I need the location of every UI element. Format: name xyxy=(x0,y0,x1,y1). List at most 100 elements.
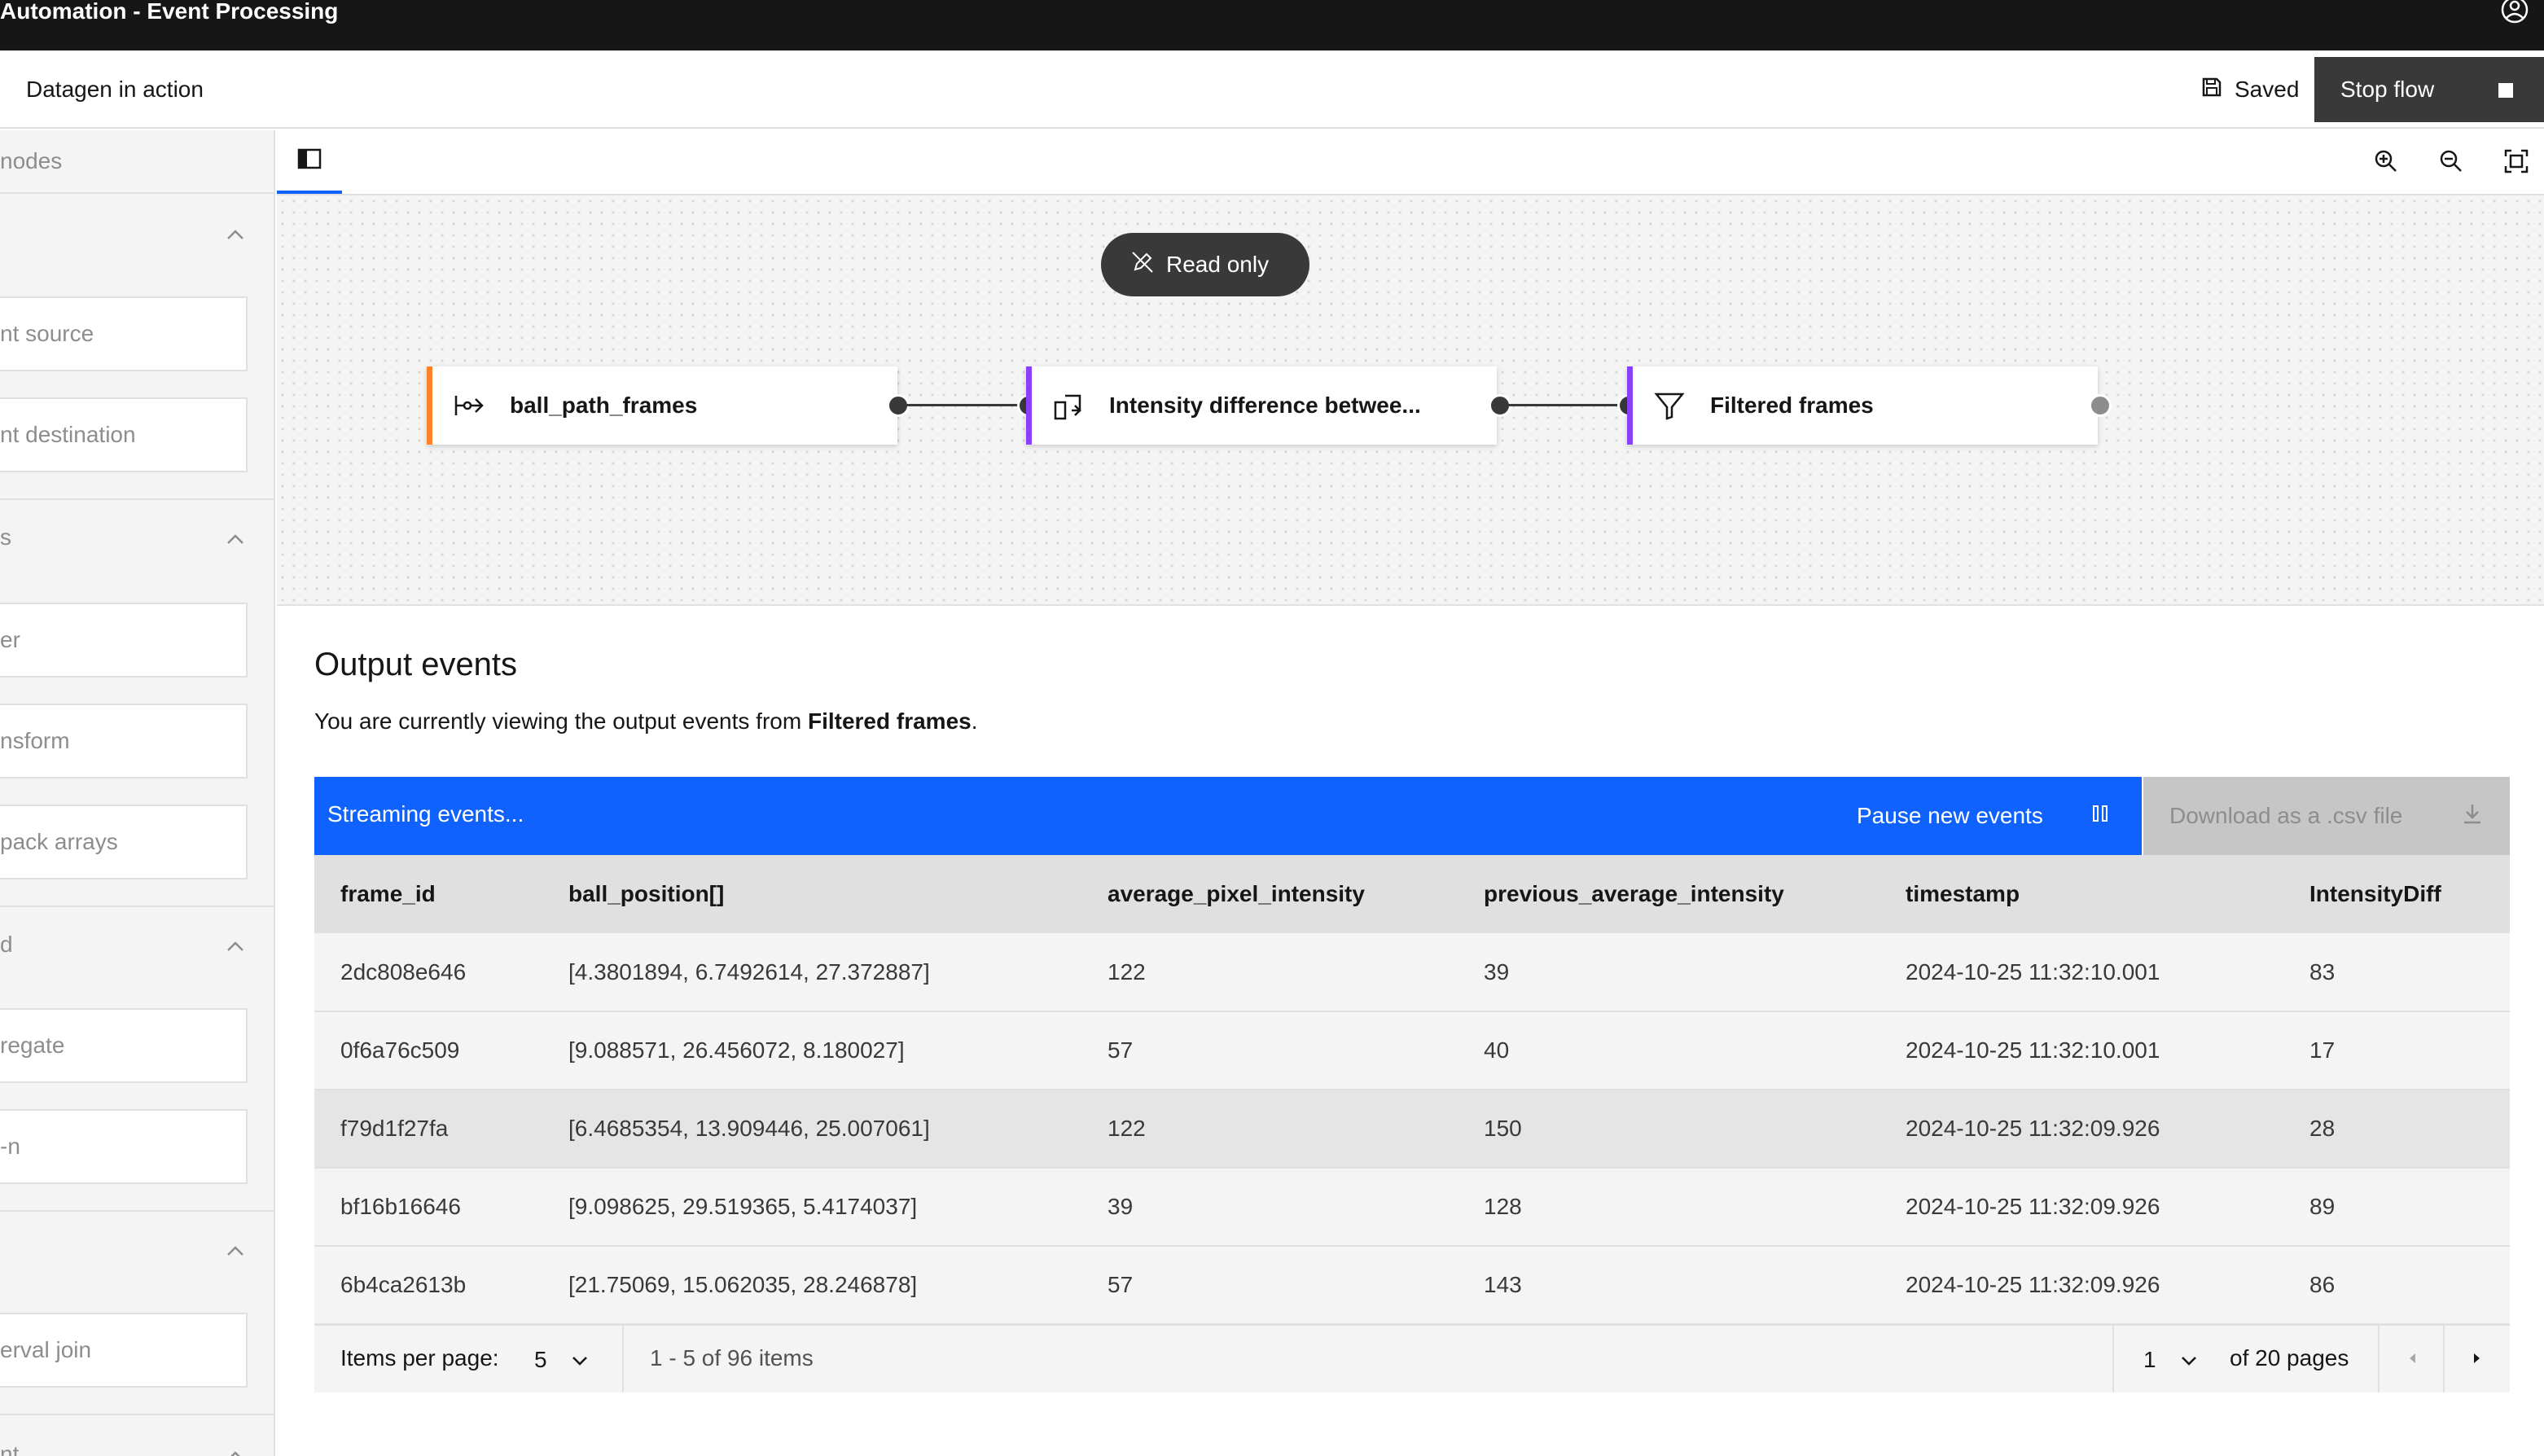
flow-node-transform[interactable]: Intensity difference betwee... xyxy=(1026,366,1497,445)
stop-flow-button[interactable]: Stop flow xyxy=(2314,57,2544,122)
table-cell: 2024-10-25 11:32:09.926 xyxy=(1879,1090,2283,1169)
column-header: IntensityDiff xyxy=(2283,855,2510,933)
table-cell: 39 xyxy=(1458,933,1879,1012)
palette-item[interactable]: regate xyxy=(0,1008,248,1083)
table-cell: [9.098625, 29.519365, 5.4174037] xyxy=(542,1168,1081,1247)
column-header: average_pixel_intensity xyxy=(1081,855,1458,933)
flow-canvas[interactable]: Read only ball_path_frames Intensity dif… xyxy=(277,195,2544,606)
pagination-divider xyxy=(622,1326,624,1392)
node-output-port[interactable] xyxy=(2089,394,2112,417)
palette-divider xyxy=(0,498,274,500)
pause-new-events-button[interactable]: Pause new events xyxy=(1832,777,2142,855)
page-select[interactable]: 1 xyxy=(2138,1335,2228,1384)
table-header-row: frame_id ball_position[] average_pixel_i… xyxy=(314,855,2510,933)
download-csv-button[interactable]: Download as a .csv file xyxy=(2143,777,2510,855)
palette-divider xyxy=(0,1210,274,1212)
next-page-button[interactable] xyxy=(2445,1326,2510,1392)
palette-item[interactable]: nt destination xyxy=(0,397,248,472)
node-accent-bar xyxy=(1026,366,1032,445)
output-events-title: Output events xyxy=(314,647,518,682)
previous-page-button[interactable] xyxy=(2380,1326,2445,1392)
stop-flow-label: Stop flow xyxy=(2340,77,2435,102)
streaming-toolbar: Streaming events... Pause new events Dow… xyxy=(314,777,2510,855)
toggle-palette-button[interactable] xyxy=(277,130,342,194)
chevron-up-icon xyxy=(225,223,246,249)
palette-group-toggle[interactable] xyxy=(0,1220,274,1277)
palette-group-toggle[interactable]: nt xyxy=(0,1425,274,1456)
table-row[interactable]: 6b4ca2613b [21.75069, 15.062035, 28.2468… xyxy=(314,1246,2510,1325)
palette-group-label: d xyxy=(0,932,13,957)
table-cell: 0f6a76c509 xyxy=(314,1011,542,1090)
save-icon xyxy=(2200,76,2223,104)
description-node-name: Filtered frames xyxy=(807,708,972,734)
description-prefix: You are currently viewing the output eve… xyxy=(314,708,808,734)
table-cell: 143 xyxy=(1458,1246,1879,1325)
palette-group-toggle[interactable] xyxy=(0,204,274,261)
table-pagination: Items per page: 5 1 - 5 of 96 items 1 of… xyxy=(314,1324,2510,1392)
palette-item[interactable]: erval join xyxy=(0,1313,248,1388)
table-cell: bf16b16646 xyxy=(314,1168,542,1247)
table-cell: 2024-10-25 11:32:09.926 xyxy=(1879,1168,2283,1247)
chevron-up-icon xyxy=(225,935,246,961)
table-cell: 2024-10-25 11:32:10.001 xyxy=(1879,933,2283,1012)
flow-node-filter[interactable]: Filtered frames xyxy=(1627,366,2098,445)
table-cell: 86 xyxy=(2283,1246,2510,1325)
flow-node-event-source[interactable]: ball_path_frames xyxy=(427,366,897,445)
flow-name: Datagen in action xyxy=(26,77,204,102)
node-label: Filtered frames xyxy=(1710,393,1874,418)
table-row[interactable]: 0f6a76c509 [9.088571, 26.456072, 8.18002… xyxy=(314,1011,2510,1090)
table-cell: 57 xyxy=(1081,1011,1458,1090)
palette-divider xyxy=(0,906,274,907)
table-cell: 128 xyxy=(1458,1168,1879,1247)
fit-to-screen-button[interactable] xyxy=(2498,145,2534,181)
table-cell: [4.3801894, 6.7492614, 27.372887] xyxy=(542,933,1081,1012)
table-row[interactable]: 2dc808e646 [4.3801894, 6.7492614, 27.372… xyxy=(314,933,2510,1012)
transform-icon xyxy=(1050,388,1086,423)
table-cell: 2024-10-25 11:32:09.926 xyxy=(1879,1246,2283,1325)
palette-group-toggle[interactable]: s xyxy=(0,508,274,565)
column-header: frame_id xyxy=(314,855,542,933)
table-row[interactable]: f79d1f27fa [6.4685354, 13.909446, 25.007… xyxy=(314,1090,2510,1169)
event-source-icon xyxy=(451,388,487,423)
pause-label: Pause new events xyxy=(1857,803,2043,828)
palette-item[interactable]: er xyxy=(0,603,248,678)
node-palette-sidebar: nodes nt source nt destination s er nsfo… xyxy=(0,130,275,1456)
user-avatar-icon[interactable] xyxy=(2500,0,2533,26)
output-events-description: You are currently viewing the output eve… xyxy=(314,705,2510,738)
chevron-down-icon xyxy=(2179,1347,2199,1373)
app-header: Automation - Event Processing xyxy=(0,0,2544,50)
table-cell: f79d1f27fa xyxy=(314,1090,542,1169)
output-events-table: frame_id ball_position[] average_pixel_i… xyxy=(314,855,2510,1325)
node-label: Intensity difference betwee... xyxy=(1109,393,1421,418)
table-row[interactable]: bf16b16646 [9.098625, 29.519365, 5.41740… xyxy=(314,1168,2510,1247)
table-cell: [6.4685354, 13.909446, 25.007061] xyxy=(542,1090,1081,1169)
palette-item[interactable]: -n xyxy=(0,1109,248,1184)
table-cell: 83 xyxy=(2283,933,2510,1012)
download-icon xyxy=(2461,802,2484,831)
node-accent-bar xyxy=(427,366,432,445)
palette-item[interactable]: nt source xyxy=(0,296,248,371)
zoom-out-button[interactable] xyxy=(2433,145,2469,181)
table-cell: 2dc808e646 xyxy=(314,933,542,1012)
chevron-up-icon xyxy=(225,1239,246,1265)
palette-item[interactable]: pack arrays xyxy=(0,805,248,879)
palette-search-input[interactable]: nodes xyxy=(0,130,274,194)
column-header: timestamp xyxy=(1879,855,2283,933)
flow-edge xyxy=(1508,404,1622,406)
streaming-status-bar: Streaming events... Pause new events xyxy=(314,777,2142,855)
items-per-page-select[interactable]: 5 xyxy=(534,1335,632,1384)
zoom-in-button[interactable] xyxy=(2368,145,2404,181)
table-cell: 2024-10-25 11:32:10.001 xyxy=(1879,1011,2283,1090)
table-cell: 150 xyxy=(1458,1090,1879,1169)
streaming-label: Streaming events... xyxy=(327,801,524,827)
app-title: Automation - Event Processing xyxy=(0,0,339,24)
pause-icon xyxy=(2091,803,2109,829)
output-events-section: Output events You are currently viewing … xyxy=(314,643,2510,738)
palette-group-toggle[interactable]: d xyxy=(0,915,274,972)
table-cell: 39 xyxy=(1081,1168,1458,1247)
items-range: 1 - 5 of 96 items xyxy=(650,1345,814,1370)
table-cell: 40 xyxy=(1458,1011,1879,1090)
palette-item[interactable]: nsform xyxy=(0,704,248,778)
items-per-page-value: 5 xyxy=(534,1347,547,1372)
page-value: 1 xyxy=(2143,1347,2156,1372)
